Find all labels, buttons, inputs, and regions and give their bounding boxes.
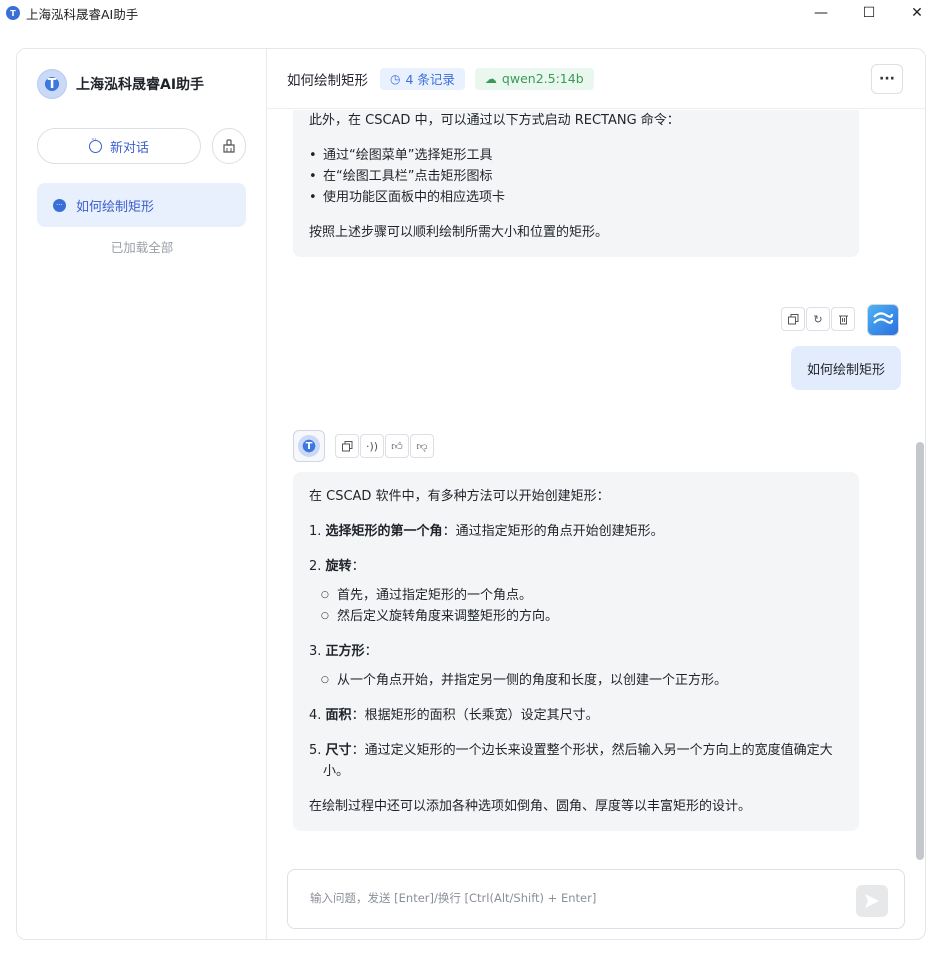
chat-scrollbar[interactable] bbox=[916, 442, 924, 860]
sub-list-item: 然后定义旋转角度来调整矩形的方向。 bbox=[321, 606, 843, 627]
clear-history-button[interactable] bbox=[212, 128, 246, 164]
chat-input-box bbox=[287, 869, 905, 929]
trash-icon bbox=[838, 315, 848, 324]
thumbs-up-icon: 👍︎ bbox=[391, 439, 403, 453]
list-item-text: ： bbox=[364, 644, 378, 659]
cloud-icon: ☁ bbox=[484, 71, 497, 86]
copy-button[interactable] bbox=[781, 307, 805, 331]
session-item-0[interactable]: ··· 如何绘制矩形 bbox=[37, 183, 246, 227]
list-number: 4. bbox=[309, 708, 322, 723]
delete-button[interactable] bbox=[831, 307, 855, 331]
new-chat-button[interactable]: 新对话 bbox=[37, 128, 201, 164]
broom-icon bbox=[223, 139, 235, 153]
list-item: 2. 旋转： bbox=[309, 556, 843, 577]
model-badge[interactable]: ☁ qwen2.5:14b bbox=[474, 67, 594, 90]
list-item-text: ： bbox=[351, 559, 365, 574]
main-panel: 如何绘制矩形 ◷ 4 条记录 ☁ qwen2.5:14b ··· 此外，在 CS… bbox=[267, 49, 925, 939]
session-label: 如何绘制矩形 bbox=[76, 199, 155, 215]
list-item-text: ：通过定义矩形的一个边长来设置整个形状，然后输入另一个方向上的宽度值确定大小。 bbox=[323, 743, 833, 779]
list-item: 通过“绘图菜单”选择矩形工具 bbox=[309, 145, 843, 166]
list-item: 5. 尺寸：通过定义矩形的一个边长来设置整个形状，然后输入另一个方向上的宽度值确… bbox=[309, 740, 843, 782]
list-item: 4. 面积：根据矩形的面积（长乘宽）设定其尺寸。 bbox=[309, 705, 843, 726]
sub-list: 从一个角点开始，并指定另一侧的角度和长度，以创建一个正方形。 bbox=[309, 670, 843, 691]
clock-icon: ◷ bbox=[390, 71, 401, 86]
brand-name: 上海泓科晟睿AI助手 bbox=[76, 77, 205, 93]
list-item-title: 正方形 bbox=[325, 644, 365, 659]
records-badge[interactable]: ◷ 4 条记录 bbox=[380, 67, 465, 90]
chat-messages: 此外，在 CSCAD 中，可以通过以下方式启动 RECTANG 命令： 通过“绘… bbox=[267, 110, 925, 865]
chat-input[interactable] bbox=[310, 890, 830, 912]
list-item: 3. 正方形： bbox=[309, 641, 843, 662]
message-text: 此外，在 CSCAD 中，可以通过以下方式启动 RECTANG 命令： bbox=[309, 113, 680, 128]
chat-bubble-icon: ··· bbox=[53, 198, 66, 212]
user-message-actions: ↻ bbox=[781, 307, 856, 331]
sub-list-item: 首先，通过指定矩形的一个角点。 bbox=[321, 585, 843, 606]
send-button[interactable] bbox=[856, 885, 888, 917]
sub-list-item: 从一个角点开始，并指定另一侧的角度和长度，以创建一个正方形。 bbox=[321, 670, 843, 691]
user-message: 如何绘制矩形 bbox=[790, 346, 901, 390]
window-title: 上海泓科晟睿AI助手 bbox=[26, 6, 139, 22]
window-titlebar: T 上海泓科晟睿AI助手 — ☐ ✕ bbox=[0, 0, 941, 26]
list-item-text: ：通过指定矩形的角点开始创建矩形。 bbox=[442, 524, 664, 539]
speaker-icon: ·)) bbox=[365, 439, 379, 453]
copy-icon bbox=[787, 313, 798, 324]
list-item-title: 尺寸 bbox=[325, 743, 352, 758]
message-text: 在 CSCAD 软件中，有多种方法可以开始创建矩形： bbox=[309, 489, 610, 504]
ai-message-previous: 此外，在 CSCAD 中，可以通过以下方式启动 RECTANG 命令： 通过“绘… bbox=[293, 110, 859, 257]
list-item-text: ：根据矩形的面积（长乘宽）设定其尺寸。 bbox=[351, 708, 599, 723]
brand: T 上海泓科晟睿AI助手 bbox=[37, 69, 204, 99]
list-item-title: 旋转 bbox=[325, 559, 352, 574]
records-label: 4 条记录 bbox=[405, 72, 455, 87]
app-logo-icon: T bbox=[6, 6, 20, 20]
minimize-button[interactable]: — bbox=[797, 0, 845, 26]
list-item: 1. 选择矩形的第一个角：通过指定矩形的角点开始创建矩形。 bbox=[309, 521, 843, 542]
user-avatar bbox=[867, 304, 899, 336]
list-item-title: 选择矩形的第一个角 bbox=[325, 524, 443, 539]
ai-message-latest: 在 CSCAD 软件中，有多种方法可以开始创建矩形： 1. 选择矩形的第一个角：… bbox=[293, 472, 859, 831]
sub-list: 首先，通过指定矩形的一个角点。 然后定义旋转角度来调整矩形的方向。 bbox=[309, 585, 843, 627]
message-text: 如何绘制矩形 bbox=[806, 362, 885, 378]
model-label: qwen2.5:14b bbox=[501, 71, 584, 86]
ai-avatar: T bbox=[293, 430, 325, 462]
refresh-icon: ↻ bbox=[813, 312, 823, 326]
waves-icon bbox=[873, 312, 894, 324]
message-text: 在绘制过程中还可以添加各种选项如倒角、圆角、厚度等以丰富矩形的设计。 bbox=[309, 799, 752, 814]
window-controls: — ☐ ✕ bbox=[797, 0, 941, 26]
like-button[interactable]: 👍︎ bbox=[385, 434, 409, 458]
copy-button[interactable] bbox=[335, 434, 359, 458]
bot-logo-icon: T bbox=[298, 435, 320, 457]
app-frame: T 上海泓科晟睿AI助手 新对话 ··· 如何绘制矩形 已加载全部 如何绘制矩形… bbox=[16, 48, 926, 940]
thumbs-down-icon: 👎︎ bbox=[416, 439, 428, 453]
maximize-button[interactable]: ☐ bbox=[845, 0, 893, 26]
message-text: 按照上述步骤可以顺利绘制所需大小和位置的矩形。 bbox=[309, 225, 609, 240]
copy-icon bbox=[341, 440, 352, 451]
chat-bubble-icon bbox=[88, 135, 102, 153]
new-chat-label: 新对话 bbox=[109, 140, 149, 156]
list-number: 5. bbox=[309, 743, 322, 758]
list-item: 使用功能区面板中的相应选项卡 bbox=[309, 187, 843, 208]
list-item-title: 面积 bbox=[325, 708, 352, 723]
read-aloud-button[interactable]: ·)) bbox=[360, 434, 384, 458]
ai-message-actions: ·)) 👍︎ 👎︎ bbox=[335, 434, 435, 458]
brand-logo-icon: T bbox=[37, 69, 67, 99]
message-list: 通过“绘图菜单”选择矩形工具 在“绘图工具栏”点击矩形图标 使用功能区面板中的相… bbox=[309, 145, 843, 208]
list-item: 在“绘图工具栏”点击矩形图标 bbox=[309, 166, 843, 187]
list-number: 3. bbox=[309, 644, 322, 659]
list-number: 1. bbox=[309, 524, 322, 539]
close-button[interactable]: ✕ bbox=[893, 0, 941, 26]
dislike-button[interactable]: 👎︎ bbox=[410, 434, 434, 458]
loaded-all-text: 已加载全部 bbox=[110, 240, 174, 255]
more-options-button[interactable]: ··· bbox=[871, 64, 903, 94]
chat-title: 如何绘制矩形 bbox=[287, 72, 368, 89]
send-icon bbox=[865, 894, 879, 908]
regenerate-button[interactable]: ↻ bbox=[806, 307, 830, 331]
list-number: 2. bbox=[309, 559, 322, 574]
chat-header: 如何绘制矩形 ◷ 4 条记录 ☁ qwen2.5:14b ··· bbox=[267, 49, 925, 109]
sidebar: T 上海泓科晟睿AI助手 新对话 ··· 如何绘制矩形 已加载全部 bbox=[17, 49, 267, 939]
